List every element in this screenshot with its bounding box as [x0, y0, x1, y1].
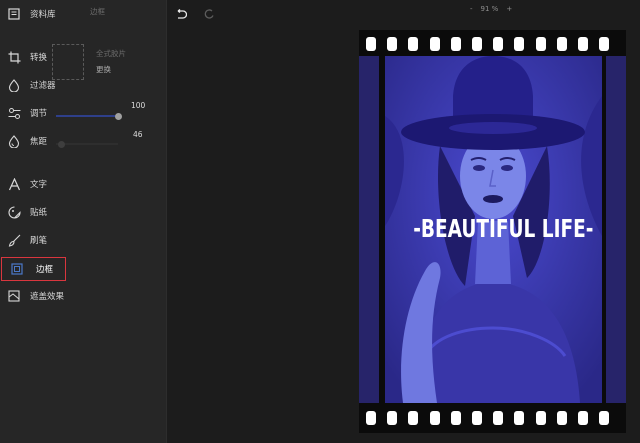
adjust-icon [7, 106, 21, 120]
film-sprocket-hole [599, 411, 610, 425]
sidebar-item-brush[interactable]: 刷笔 [0, 229, 166, 251]
adjust-slider-thumb[interactable] [114, 112, 122, 120]
frame-style-placeholder: 全式胶片 [96, 49, 126, 58]
film-sprocket-hole [493, 411, 504, 425]
film-sprocket-hole [578, 411, 588, 425]
film-sprocket-hole [387, 37, 398, 51]
sidebar-item-label: 资料库 [30, 10, 56, 20]
sidebar-item-label: 调节 [30, 109, 48, 119]
sidebar: 资料库 边框 转换 全式胶片 更换 过滤器 调节 100 焦距 46 文字 贴纸… [0, 0, 167, 443]
film-sprocket-hole [472, 411, 482, 425]
sidebar-item-sticker[interactable]: 贴纸 [0, 201, 166, 223]
film-sprocket-hole [556, 411, 567, 425]
focus-slider-track[interactable] [56, 143, 118, 145]
panel-header: 边框 [90, 7, 105, 16]
sidebar-item-filter[interactable]: 过滤器 [0, 74, 166, 96]
photo-image: -BEAUTIFUL LIFE- [385, 56, 602, 403]
sidebar-item-label: 过滤器 [30, 81, 56, 91]
film-sprocket-hole [514, 37, 525, 51]
film-border-canvas[interactable]: -BEAUTIFUL LIFE- [359, 30, 626, 433]
film-sprocket-hole [408, 37, 419, 51]
sidebar-item-label: 焦距 [30, 137, 48, 147]
overlay-icon [7, 289, 21, 303]
film-side-strip-right [606, 56, 626, 403]
sidebar-item-library[interactable]: 资料库 [0, 3, 166, 25]
film-sprocket-hole [366, 411, 376, 425]
film-sprocket-hole [429, 411, 440, 425]
film-sprocket-hole [535, 37, 546, 51]
film-sprocket-hole [578, 37, 588, 51]
crop-icon [7, 50, 21, 64]
film-sprocket-hole [599, 37, 610, 51]
sidebar-item-text[interactable]: 文字 [0, 173, 166, 195]
sidebar-item-border[interactable]: 边框 [1, 257, 66, 281]
zoom-out-button[interactable]: - [470, 5, 473, 13]
zoom-control: -91 % + [466, 5, 516, 13]
film-sprocket-hole [472, 37, 482, 51]
focus-icon [7, 134, 21, 148]
film-sprocket-hole [450, 411, 461, 425]
film-sprocket-hole [556, 37, 567, 51]
film-sprocket-hole [450, 37, 461, 51]
library-icon [7, 7, 21, 21]
sticker-icon [7, 205, 21, 219]
filter-icon [7, 78, 21, 92]
film-sprocket-hole [493, 37, 504, 51]
film-side-strip-left [359, 56, 379, 403]
zoom-level: 91 % [480, 5, 499, 13]
sidebar-item-label: 贴纸 [30, 208, 48, 218]
focus-slider-thumb[interactable] [58, 140, 65, 148]
film-sprocket-hole [429, 37, 440, 51]
adjust-slider-fill [56, 115, 118, 117]
sidebar-item-label: 边框 [36, 265, 54, 275]
redo-icon[interactable] [203, 5, 215, 24]
brush-icon [7, 233, 21, 247]
film-sprocket-hole [408, 411, 419, 425]
border-icon [10, 262, 24, 276]
film-sprocket-hole [366, 37, 376, 51]
zoom-in-button[interactable]: + [506, 5, 512, 13]
film-sprocket-hole [514, 411, 525, 425]
sidebar-item-label: 遮盖效果 [30, 292, 65, 302]
sidebar-item-overlay[interactable]: 遮盖效果 [0, 285, 166, 307]
canvas-caption-text[interactable]: -BEAUTIFUL LIFE- [413, 214, 593, 243]
film-sprocket-hole [387, 411, 398, 425]
sidebar-item-label: 转换 [30, 53, 48, 63]
focus-value: 46 [133, 130, 143, 139]
undo-icon[interactable] [175, 5, 188, 24]
text-icon [7, 177, 21, 191]
film-sprocket-hole [535, 411, 546, 425]
sidebar-item-label: 刷笔 [30, 236, 48, 246]
adjust-value: 100 [131, 101, 146, 110]
sidebar-item-label: 文字 [30, 180, 48, 190]
